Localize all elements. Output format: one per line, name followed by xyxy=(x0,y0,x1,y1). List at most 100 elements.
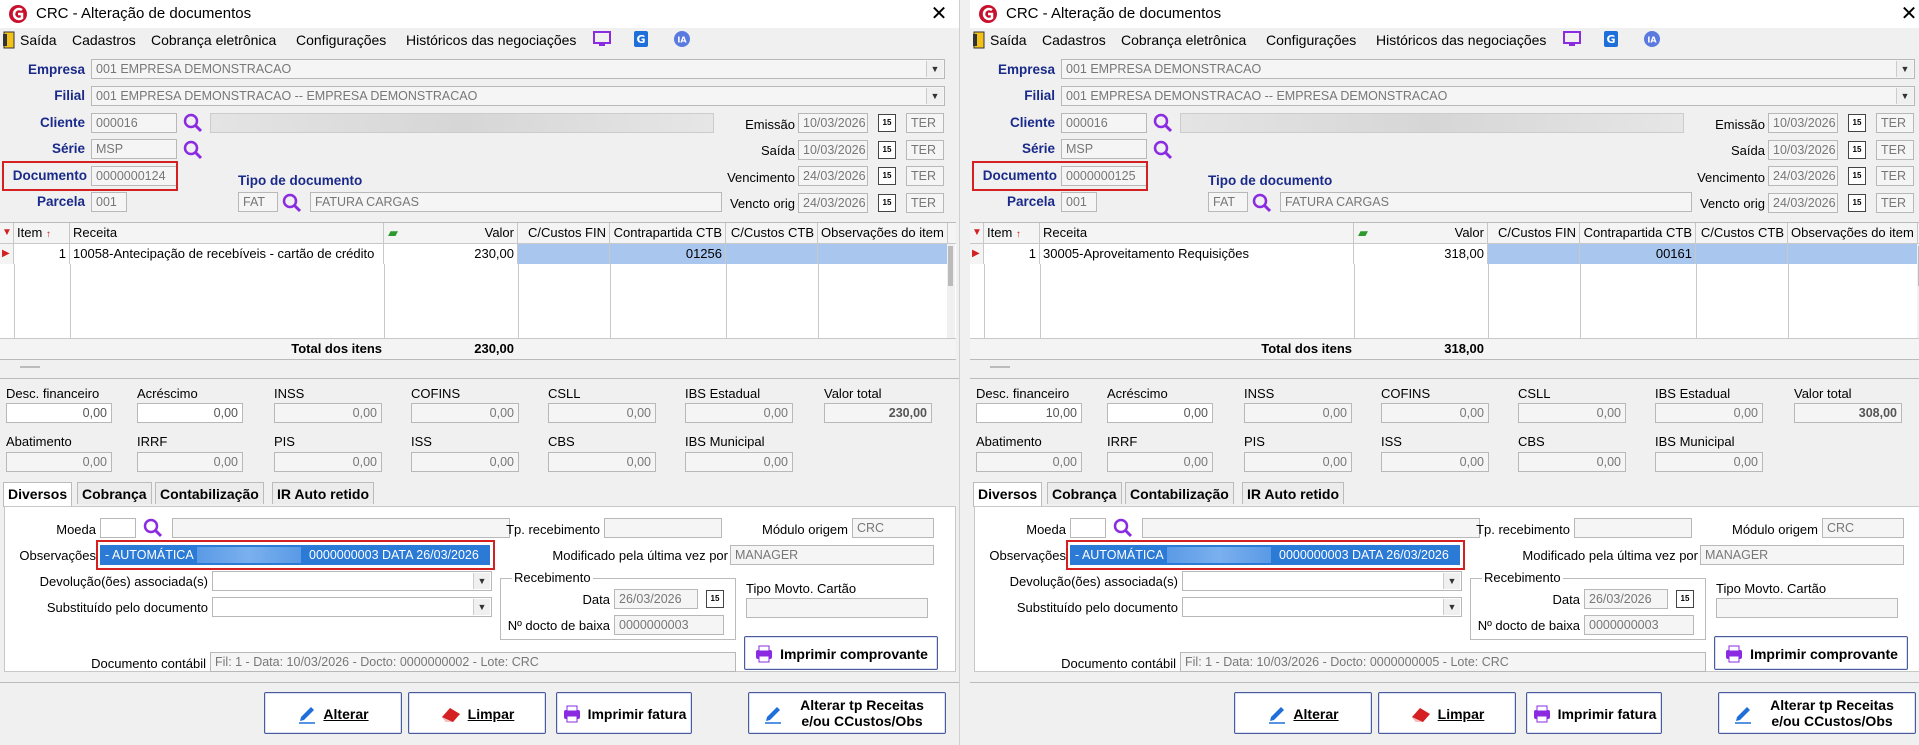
row-ccustos-fin[interactable] xyxy=(518,244,610,264)
alterar-tp-receitas-button[interactable]: Alterar tp Receitas e/ou CCustos/Obs xyxy=(748,692,946,734)
close-icon[interactable]: ✕ xyxy=(926,1,952,27)
col-ccustos-ctb[interactable]: C/Custos CTB xyxy=(1696,223,1788,243)
monitor-icon[interactable] xyxy=(593,31,611,47)
menu-configuracoes[interactable]: Configurações xyxy=(296,32,386,48)
calendar-icon[interactable]: 15 xyxy=(878,114,896,132)
calendar-icon[interactable]: 15 xyxy=(878,194,896,212)
substituido-select[interactable]: ▼ xyxy=(212,597,492,617)
devolucao-select[interactable]: ▼ xyxy=(212,571,492,591)
tab-ir-auto-retido[interactable]: IR Auto retido xyxy=(272,482,375,504)
empresa-select[interactable]: 001 EMPRESA DEMONSTRACAO ▼ xyxy=(1061,59,1915,79)
search-icon[interactable] xyxy=(1251,192,1273,214)
table-row[interactable]: ▶ 1 10058-Antecipação de recebíveis - ca… xyxy=(0,244,956,264)
menu-historicos[interactable]: Históricos das negociações xyxy=(406,32,576,48)
calendar-icon[interactable]: 15 xyxy=(706,590,724,608)
serie-input[interactable]: MSP xyxy=(1061,139,1147,159)
tipo-doc-code-input[interactable]: FAT xyxy=(238,192,278,212)
tab-contabilizacao[interactable]: Contabilização xyxy=(155,482,264,504)
menu-configuracoes[interactable]: Configurações xyxy=(1266,32,1356,48)
row-observacoes[interactable] xyxy=(818,244,948,264)
menu-cobranca-eletronica[interactable]: Cobrança eletrônica xyxy=(1121,32,1246,48)
search-icon[interactable] xyxy=(1152,139,1174,161)
moeda-input[interactable] xyxy=(100,518,136,538)
search-icon[interactable] xyxy=(1112,517,1134,539)
alterar-button[interactable]: Alterar xyxy=(1234,692,1372,734)
saida-input[interactable]: 10/03/2026 xyxy=(1768,140,1838,160)
calendar-icon[interactable]: 15 xyxy=(1848,194,1866,212)
imprimir-comprovante-button[interactable]: Imprimir comprovante xyxy=(744,636,938,670)
search-icon[interactable] xyxy=(1152,112,1174,134)
tab-diversos[interactable]: Diversos xyxy=(3,482,73,507)
menu-historicos[interactable]: Históricos das negociações xyxy=(1376,32,1546,48)
col-receita[interactable]: Receita xyxy=(1040,223,1354,243)
g-icon[interactable]: G xyxy=(633,30,649,48)
calendar-icon[interactable]: 15 xyxy=(1676,590,1694,608)
tab-cobranca[interactable]: Cobrança xyxy=(77,482,152,504)
menu-cobranca-eletronica[interactable]: Cobrança eletrônica xyxy=(151,32,276,48)
search-icon[interactable] xyxy=(142,517,164,539)
row-contrapartida[interactable]: 00161 xyxy=(1580,244,1696,264)
calendar-icon[interactable]: 15 xyxy=(1848,114,1866,132)
filial-select[interactable]: 001 EMPRESA DEMONSTRACAO -- EMPRESA DEMO… xyxy=(91,86,945,106)
empresa-select[interactable]: 001 EMPRESA DEMONSTRACAO ▼ xyxy=(91,59,945,79)
imprimir-fatura-button[interactable]: Imprimir fatura xyxy=(1526,692,1662,734)
menu-cadastros[interactable]: Cadastros xyxy=(72,32,136,48)
vencto-orig-input[interactable]: 24/03/2026 xyxy=(798,193,868,213)
imprimir-fatura-button[interactable]: Imprimir fatura xyxy=(556,692,692,734)
search-icon[interactable] xyxy=(182,112,204,134)
emissao-input[interactable]: 10/03/2026 xyxy=(798,113,868,133)
row-ccustos-ctb[interactable] xyxy=(1696,244,1788,264)
vencto-orig-input[interactable]: 24/03/2026 xyxy=(1768,193,1838,213)
search-icon[interactable] xyxy=(182,139,204,161)
filial-select[interactable]: 001 EMPRESA DEMONSTRACAO -- EMPRESA DEMO… xyxy=(1061,86,1915,106)
menu-cadastros[interactable]: Cadastros xyxy=(1042,32,1106,48)
alterar-button[interactable]: Alterar xyxy=(264,692,402,734)
col-item[interactable]: Item ↑ xyxy=(984,223,1040,243)
col-valor[interactable]: ▰ Valor xyxy=(384,223,518,243)
saida-input[interactable]: 10/03/2026 xyxy=(798,140,868,160)
calendar-icon[interactable]: 15 xyxy=(1848,167,1866,185)
menu-saida[interactable]: Saída xyxy=(990,32,1027,48)
col-contrapartida[interactable]: Contrapartida CTB xyxy=(1580,223,1696,243)
ia-icon[interactable]: IA xyxy=(1643,30,1661,48)
splitter-handle[interactable] xyxy=(990,366,1010,368)
row-observacoes[interactable] xyxy=(1788,244,1918,264)
grid-scrollbar[interactable] xyxy=(947,244,955,338)
data-input[interactable]: 26/03/2026 xyxy=(614,589,698,609)
desc-fin-input[interactable]: 10,00 xyxy=(976,403,1082,423)
row-ccustos-ctb[interactable] xyxy=(726,244,818,264)
emissao-input[interactable]: 10/03/2026 xyxy=(1768,113,1838,133)
parcela-input[interactable]: 001 xyxy=(91,192,127,212)
items-grid[interactable]: ▼ Item ↑ Receita ▰ Valor C/Custos FIN Con… xyxy=(0,222,956,360)
parcela-input[interactable]: 001 xyxy=(1061,192,1097,212)
devolucao-select[interactable]: ▼ xyxy=(1182,571,1462,591)
serie-input[interactable]: MSP xyxy=(91,139,177,159)
alterar-tp-receitas-button[interactable]: Alterar tp Receitas e/ou CCustos/Obs xyxy=(1718,692,1916,734)
moeda-input[interactable] xyxy=(1070,518,1106,538)
desc-fin-input[interactable]: 0,00 xyxy=(6,403,112,423)
vencimento-input[interactable]: 24/03/2026 xyxy=(1768,166,1838,186)
tab-contabilizacao[interactable]: Contabilização xyxy=(1125,482,1234,504)
ia-icon[interactable]: IA xyxy=(673,30,691,48)
imprimir-comprovante-button[interactable]: Imprimir comprovante xyxy=(1714,636,1908,670)
col-observacoes[interactable]: Observações do item xyxy=(818,223,948,243)
data-input[interactable]: 26/03/2026 xyxy=(1584,589,1668,609)
splitter-handle[interactable] xyxy=(20,366,40,368)
g-icon[interactable]: G xyxy=(1603,30,1619,48)
search-icon[interactable] xyxy=(281,192,303,214)
cliente-input[interactable]: 000016 xyxy=(91,113,177,133)
items-grid[interactable]: ▼ Item ↑ Receita ▰ Valor C/Custos FIN Con… xyxy=(970,222,1919,360)
substituido-select[interactable]: ▼ xyxy=(1182,597,1462,617)
col-item[interactable]: Item ↑ xyxy=(14,223,70,243)
table-row[interactable]: ▶ 1 30005-Aproveitamento Requisições 318… xyxy=(970,244,1919,264)
monitor-icon[interactable] xyxy=(1563,31,1581,47)
col-ccustos-fin[interactable]: C/Custos FIN xyxy=(518,223,610,243)
calendar-icon[interactable]: 15 xyxy=(878,167,896,185)
limpar-button[interactable]: Limpar xyxy=(1378,692,1516,734)
tab-diversos[interactable]: Diversos xyxy=(973,482,1043,507)
col-receita[interactable]: Receita xyxy=(70,223,384,243)
limpar-button[interactable]: Limpar xyxy=(408,692,546,734)
menu-saida[interactable]: Saída xyxy=(20,32,57,48)
close-icon[interactable]: ✕ xyxy=(1896,1,1919,27)
acrescimo-input[interactable]: 0,00 xyxy=(137,403,243,423)
